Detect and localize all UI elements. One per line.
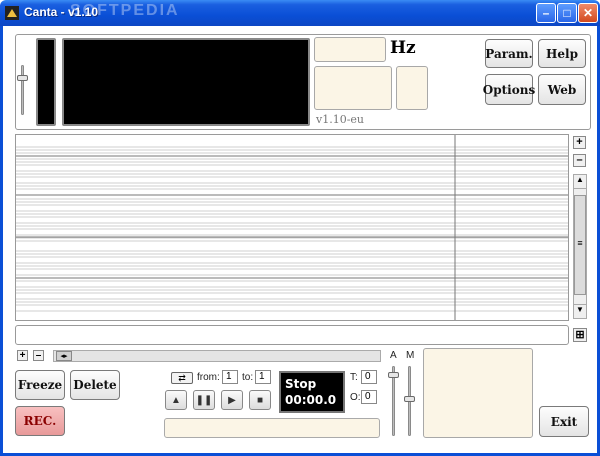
octave-display <box>396 66 428 110</box>
status-field <box>164 418 380 438</box>
t-input[interactable]: 0 <box>361 370 377 384</box>
record-button[interactable]: REC. <box>15 406 65 436</box>
app-icon <box>5 6 19 20</box>
eject-button[interactable]: ▲ <box>165 390 187 410</box>
eject-icon: ▲ <box>171 394 181 406</box>
play-button[interactable]: ▶ <box>221 390 243 410</box>
watermark: SOFTPEDIA <box>70 2 180 19</box>
loop-icon: ⇄ <box>178 373 186 383</box>
close-button[interactable]: ✕ <box>578 3 598 23</box>
status-text: Stop <box>285 377 317 391</box>
a-slider-label: A <box>390 350 397 361</box>
pause-button[interactable]: ❚❚ <box>193 390 215 410</box>
delete-button[interactable]: Delete <box>70 370 120 400</box>
minus-icon: – <box>35 349 42 361</box>
maximize-icon: □ <box>563 6 571 20</box>
scroll-down-arrow-icon[interactable]: ▼ <box>574 304 586 318</box>
score-area[interactable] <box>15 134 569 321</box>
time-readout: 00:00.0 <box>285 393 337 407</box>
m-slider-thumb[interactable] <box>404 396 415 402</box>
zoom-out-button[interactable]: – <box>573 154 586 167</box>
o-input[interactable]: 0 <box>361 390 377 404</box>
input-level-slider-thumb[interactable] <box>17 75 28 81</box>
scroll-thumb[interactable]: ≡ <box>574 195 586 295</box>
minus-icon: – <box>576 154 583 166</box>
vertical-scrollbar[interactable]: ▲ ≡ ▼ <box>573 174 587 319</box>
a-slider-thumb[interactable] <box>388 372 399 378</box>
plus-icon: + <box>576 136 583 148</box>
options-button[interactable]: Options <box>483 74 535 105</box>
note-display <box>314 66 392 110</box>
pause-icon: ❚❚ <box>195 394 213 406</box>
title-bar[interactable]: Canta - v1.10 SOFTPEDIA – □ ✕ <box>0 0 600 26</box>
hz-label: Hz <box>390 38 416 58</box>
stop-icon: ■ <box>256 394 264 406</box>
param-button[interactable]: Param. <box>485 39 533 68</box>
exit-button[interactable]: Exit <box>539 406 589 437</box>
minimize-button[interactable]: – <box>536 3 556 23</box>
horizontal-scrollbar[interactable]: ◂▸ <box>53 350 381 362</box>
client-area: Hz v1.10-eu Param. Help Options Web + – … <box>0 26 600 456</box>
fit-button[interactable]: ⊞ <box>573 328 587 342</box>
to-label: to: <box>242 372 254 383</box>
spectrum-display <box>62 38 310 126</box>
web-button[interactable]: Web <box>538 74 586 105</box>
t-label: T: <box>350 372 358 383</box>
staff-lines <box>16 135 568 320</box>
input-level-slider-track[interactable] <box>21 65 24 115</box>
minimize-icon: – <box>542 6 550 20</box>
o-label: O: <box>350 392 361 403</box>
plus-icon: + <box>19 349 26 361</box>
close-icon: ✕ <box>582 6 594 20</box>
to-input[interactable]: 1 <box>255 370 271 384</box>
freeze-button[interactable]: Freeze <box>15 370 65 400</box>
version-label: v1.10-eu <box>316 113 365 126</box>
zoom-in-button[interactable]: + <box>573 136 586 149</box>
from-label: from: <box>197 372 220 383</box>
scroll-up-arrow-icon[interactable]: ▲ <box>574 175 586 189</box>
h-zoom-in-button[interactable]: + <box>17 350 28 361</box>
frequency-display <box>314 37 386 62</box>
grid-icon: ⊞ <box>575 328 585 341</box>
play-icon: ▶ <box>228 394 236 406</box>
loop-toggle[interactable]: ⇄ <box>171 372 193 384</box>
help-button[interactable]: Help <box>538 39 586 68</box>
m-slider-label: M <box>406 350 415 361</box>
maximize-button[interactable]: □ <box>557 3 577 23</box>
h-zoom-out-button[interactable]: – <box>33 350 44 361</box>
level-meter <box>36 38 56 126</box>
transport-status: Stop 00:00.0 <box>279 371 345 413</box>
top-panel: Hz v1.10-eu Param. Help Options Web <box>15 34 591 130</box>
h-scroll-thumb[interactable]: ◂▸ <box>56 351 72 361</box>
preview-panel <box>423 348 533 438</box>
lyrics-field[interactable] <box>15 325 569 345</box>
from-input[interactable]: 1 <box>222 370 238 384</box>
stop-button[interactable]: ■ <box>249 390 271 410</box>
